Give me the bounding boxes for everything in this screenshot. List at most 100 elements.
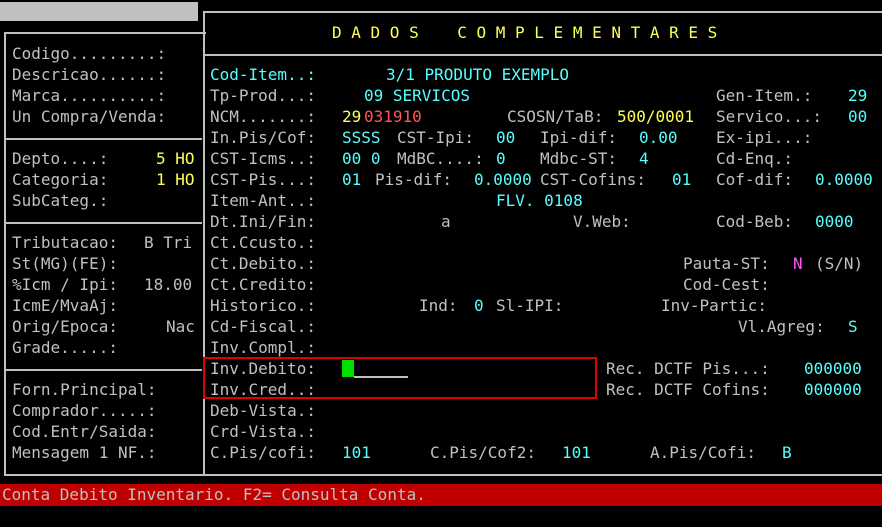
- top-left-bar: [0, 2, 198, 21]
- cst-cofins-value[interactable]: 01: [672, 169, 691, 190]
- cst-pis-value[interactable]: 01: [342, 169, 361, 190]
- csosn-label: CSOSN/TaB:: [507, 107, 604, 126]
- cst-icms-value[interactable]: 00 0: [342, 148, 381, 169]
- ipi-dif-value[interactable]: 0.00: [639, 127, 678, 148]
- page-title: D A D O S C O M P L E M E N T A R E S: [332, 23, 718, 42]
- ncm-label: NCM.......:: [210, 107, 316, 126]
- a-pis-value[interactable]: B: [782, 442, 792, 463]
- tp-prod-value[interactable]: 09 SERVICOS: [364, 85, 470, 106]
- orig-value[interactable]: Nac: [166, 316, 195, 337]
- gen-item-label: Gen-Item.:: [716, 86, 813, 105]
- ncm-value-prefix[interactable]: 29: [342, 106, 361, 127]
- c-pis-label: C.Pis/cofi:: [210, 443, 316, 462]
- cod-beb-label: Cod-Beb:: [716, 212, 794, 231]
- cof-dif-label: Cof-dif:: [716, 170, 794, 189]
- st-label: St(MG)(FE):: [12, 254, 118, 273]
- deb-vista-label: Deb-Vista.:: [210, 401, 316, 420]
- left-divider: [6, 222, 202, 224]
- tributacao-label: Tributacao:: [12, 233, 118, 252]
- historico-label: Historico.:: [210, 296, 316, 315]
- rec-dctf-pis-value[interactable]: 000000: [804, 358, 862, 379]
- cst-pis-label: CST-Pis...:: [210, 170, 316, 189]
- status-bar: Conta Debito Inventario. F2= Consulta Co…: [0, 484, 882, 506]
- dt-ini-label: Dt.Ini/Fin:: [210, 212, 316, 231]
- ex-ipi-label: Ex-ipi...:: [716, 128, 813, 147]
- ind-label: Ind:: [419, 296, 458, 315]
- v-web-label: V.Web:: [573, 212, 631, 231]
- gen-item-value[interactable]: 29: [848, 85, 867, 106]
- left-divider: [6, 369, 202, 371]
- csosn-value[interactable]: 500/0001: [617, 106, 694, 127]
- left-divider: [6, 138, 202, 140]
- cst-icms-label: CST-Icms..:: [210, 149, 316, 168]
- cd-enq-label: Cd-Enq.:: [716, 149, 794, 168]
- categoria-label: Categoria:: [12, 170, 109, 189]
- icm-label: %Icm / Ipi:: [12, 275, 118, 294]
- icm-value[interactable]: 18.00: [144, 274, 192, 295]
- text-cursor: [342, 360, 354, 377]
- mdbc-st-label: Mdbc-ST:: [540, 149, 618, 168]
- inv-partic-label: Inv-Partic:: [661, 296, 767, 315]
- ct-credito-label: Ct.Credito:: [210, 275, 316, 294]
- grade-label: Grade.....:: [12, 338, 118, 357]
- categoria-value[interactable]: 1 HO: [156, 169, 195, 190]
- mdbc-st-value[interactable]: 4: [639, 148, 649, 169]
- depto-value[interactable]: 5 HO: [156, 148, 195, 169]
- pauta-st-label: Pauta-ST:: [683, 254, 770, 273]
- cod-item-value[interactable]: 3/1 PRODUTO EXEMPLO: [386, 64, 569, 85]
- c-pis-value[interactable]: 101: [342, 442, 371, 463]
- item-ant-label: Item-Ant..:: [210, 191, 316, 210]
- status-message: Conta Debito Inventario. F2= Consulta Co…: [2, 485, 426, 504]
- ct-ccusto-label: Ct.Ccusto.:: [210, 233, 316, 252]
- cod-entr-label: Cod.Entr/Saida:: [12, 422, 157, 441]
- ipi-dif-label: Ipi-dif:: [540, 128, 618, 147]
- inv-debito-label: Inv.Debito:: [210, 359, 316, 378]
- pauta-st-hint: (S/N): [815, 254, 864, 273]
- rec-dctf-cofins-value[interactable]: 000000: [804, 379, 862, 400]
- orig-label: Orig/Epoca:: [12, 317, 118, 336]
- cst-cofins-label: CST-Cofins:: [540, 170, 646, 189]
- cof-dif-value[interactable]: 0.0000: [815, 169, 873, 190]
- ct-debito-label: Ct.Debito.:: [210, 254, 316, 273]
- sl-ipi-label: Sl-IPI:: [496, 296, 564, 315]
- c-pis2-value[interactable]: 101: [562, 442, 591, 463]
- ncm-value-suffix[interactable]: 031910: [364, 106, 422, 127]
- icme-label: IcmE/MvaAj:: [12, 296, 118, 315]
- cod-item-label: Cod-Item..:: [210, 65, 316, 84]
- inv-cred-label: Inv.Cred..:: [210, 380, 316, 399]
- cd-fiscal-label: Cd-Fiscal.:: [210, 317, 316, 336]
- codigo-label: Codigo.........:: [12, 44, 167, 63]
- a-pis-label: A.Pis/Cofi:: [650, 443, 756, 462]
- comprador-label: Comprador.....:: [12, 401, 157, 420]
- depto-label: Depto....:: [12, 149, 109, 168]
- c-pis2-label: C.Pis/Cof2:: [430, 443, 536, 462]
- inv-compl-label: Inv.Compl.:: [210, 338, 316, 357]
- tributacao-value[interactable]: B Tri: [144, 232, 192, 253]
- rec-dctf-pis-label: Rec. DCTF Pis...:: [606, 359, 770, 378]
- un-compra-label: Un Compra/Venda:: [12, 107, 167, 126]
- in-pis-value[interactable]: SSSS: [342, 127, 381, 148]
- in-pis-label: In.Pis/Cof:: [210, 128, 316, 147]
- vl-agreg-label: Vl.Agreg:: [738, 317, 825, 336]
- title-divider: [205, 54, 882, 56]
- cst-ipi-value[interactable]: 00: [496, 127, 515, 148]
- mensagem-label: Mensagem 1 NF.:: [12, 443, 157, 462]
- servico-label: Servico...:: [716, 107, 822, 126]
- item-ant-value[interactable]: FLV. 0108: [496, 190, 583, 211]
- vl-agreg-value[interactable]: S: [848, 316, 858, 337]
- tp-prod-label: Tp-Prod...:: [210, 86, 316, 105]
- pauta-st-value[interactable]: N: [793, 253, 803, 274]
- pis-dif-value[interactable]: 0.0000: [474, 169, 532, 190]
- cod-beb-value[interactable]: 0000: [815, 211, 854, 232]
- mdbc-label: MdBC....:: [397, 149, 484, 168]
- dt-ini-separator: a: [441, 212, 451, 231]
- inv-debito-input[interactable]: [354, 376, 408, 378]
- cod-cest-label: Cod-Cest:: [683, 275, 770, 294]
- mdbc-value[interactable]: 0: [496, 148, 506, 169]
- crd-vista-label: Crd-Vista.:: [210, 422, 316, 441]
- marca-label: Marca..........:: [12, 86, 167, 105]
- descricao-label: Descricao......:: [12, 65, 167, 84]
- servico-value[interactable]: 00: [848, 106, 867, 127]
- ind-value[interactable]: 0: [474, 295, 484, 316]
- pis-dif-label: Pis-dif:: [375, 170, 453, 189]
